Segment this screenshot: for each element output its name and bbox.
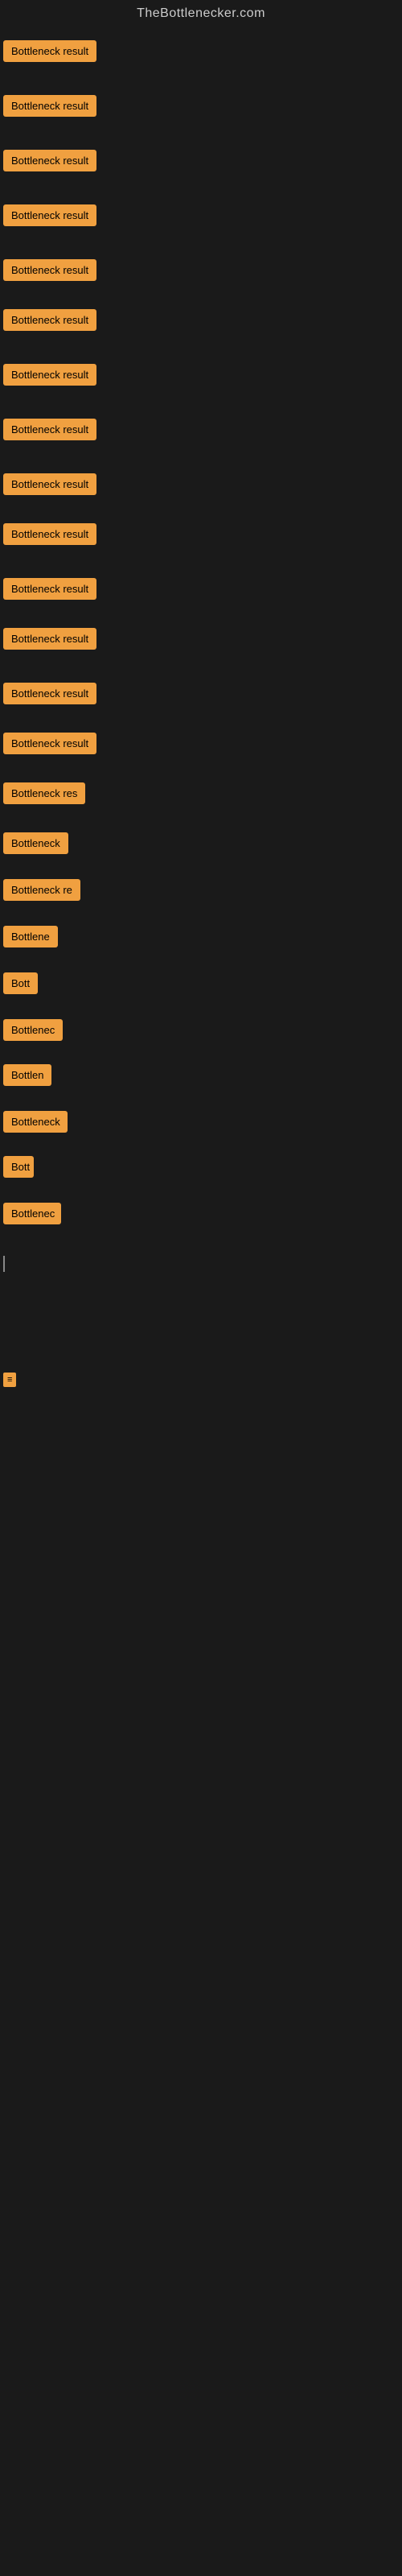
bottleneck-badge[interactable]: Bottleneck re [3, 879, 80, 901]
bottleneck-row: Bottlene [3, 923, 402, 955]
bottleneck-row: Bottleneck result [3, 575, 402, 607]
bottleneck-badge[interactable]: Bottleneck result [3, 40, 96, 62]
bottleneck-row: Bottleneck result [3, 415, 402, 448]
bottleneck-badge[interactable]: Bottleneck result [3, 204, 96, 226]
bottleneck-badge[interactable]: Bottleneck result [3, 523, 96, 545]
bottleneck-badge[interactable]: Bottlenec [3, 1203, 61, 1224]
bottleneck-row: Bottleneck result [3, 679, 402, 712]
bottleneck-badge[interactable]: Bottlene [3, 926, 58, 947]
bottleneck-row: Bottleneck [3, 1108, 402, 1140]
bottleneck-badge[interactable]: Bott [3, 972, 38, 994]
bottleneck-row: Bottleneck result [3, 147, 402, 179]
bottleneck-row: Bott [3, 1153, 402, 1185]
bottleneck-badge[interactable]: Bottleneck result [3, 95, 96, 117]
cursor-indicator [3, 1256, 5, 1272]
bottleneck-badge[interactable]: Bottleneck result [3, 628, 96, 650]
bottleneck-row: Bottleneck res [3, 779, 402, 811]
bottleneck-row: Bottleneck [3, 829, 402, 861]
bottleneck-row: Bott [3, 969, 402, 1001]
bottleneck-badge[interactable]: Bottleneck result [3, 259, 96, 281]
bottleneck-row: Bottlen [3, 1061, 402, 1093]
bottleneck-row: Bottleneck result [3, 306, 402, 338]
bottleneck-badge[interactable]: Bottleneck [3, 1111, 68, 1133]
bottleneck-row: Bottleneck result [3, 729, 402, 762]
bottleneck-badge[interactable]: Bottleneck result [3, 578, 96, 600]
bottleneck-row: Bottleneck result [3, 92, 402, 124]
bottleneck-list: Bottleneck result Bottleneck result Bottle… [0, 37, 402, 1232]
bottleneck-badge[interactable]: Bottleneck result [3, 150, 96, 171]
bottleneck-row: Bottleneck result [3, 361, 402, 393]
bottleneck-badge[interactable]: Bottleneck result [3, 309, 96, 331]
bottleneck-row: Bottleneck result [3, 201, 402, 233]
page-wrapper: TheBottlenecker.com Bottleneck resultBot… [0, 0, 402, 1387]
bottleneck-badge[interactable]: Bottleneck res [3, 782, 85, 804]
bottleneck-row: Bottleneck result [3, 520, 402, 552]
bottleneck-row: Bottleneck result [3, 256, 402, 288]
bottleneck-badge[interactable]: Bottleneck result [3, 419, 96, 440]
bottleneck-badge[interactable]: Bottleneck [3, 832, 68, 854]
bottleneck-row: Bottlenec [3, 1199, 402, 1232]
bottleneck-row: Bottleneck result [3, 470, 402, 502]
bottleneck-badge[interactable]: Bottleneck result [3, 364, 96, 386]
bottleneck-badge[interactable]: Bottleneck result [3, 473, 96, 495]
bottleneck-row: Bottleneck re [3, 876, 402, 908]
bottleneck-badge[interactable]: Bottlen [3, 1064, 51, 1086]
site-title: TheBottlenecker.com [0, 0, 402, 31]
bottleneck-badge[interactable]: Bottleneck result [3, 733, 96, 754]
bottleneck-row: Bottleneck result [3, 37, 402, 69]
bottleneck-row: Bottlenec [3, 1016, 402, 1048]
tiny-badge: ≡ [3, 1373, 16, 1387]
bottleneck-badge[interactable]: Bottleneck result [3, 683, 96, 704]
bottleneck-badge[interactable]: Bottlenec [3, 1019, 63, 1041]
bottleneck-badge[interactable]: Bott [3, 1156, 34, 1178]
bottom-section: ≡ [0, 1232, 402, 1387]
bottleneck-row: Bottleneck result [3, 625, 402, 657]
